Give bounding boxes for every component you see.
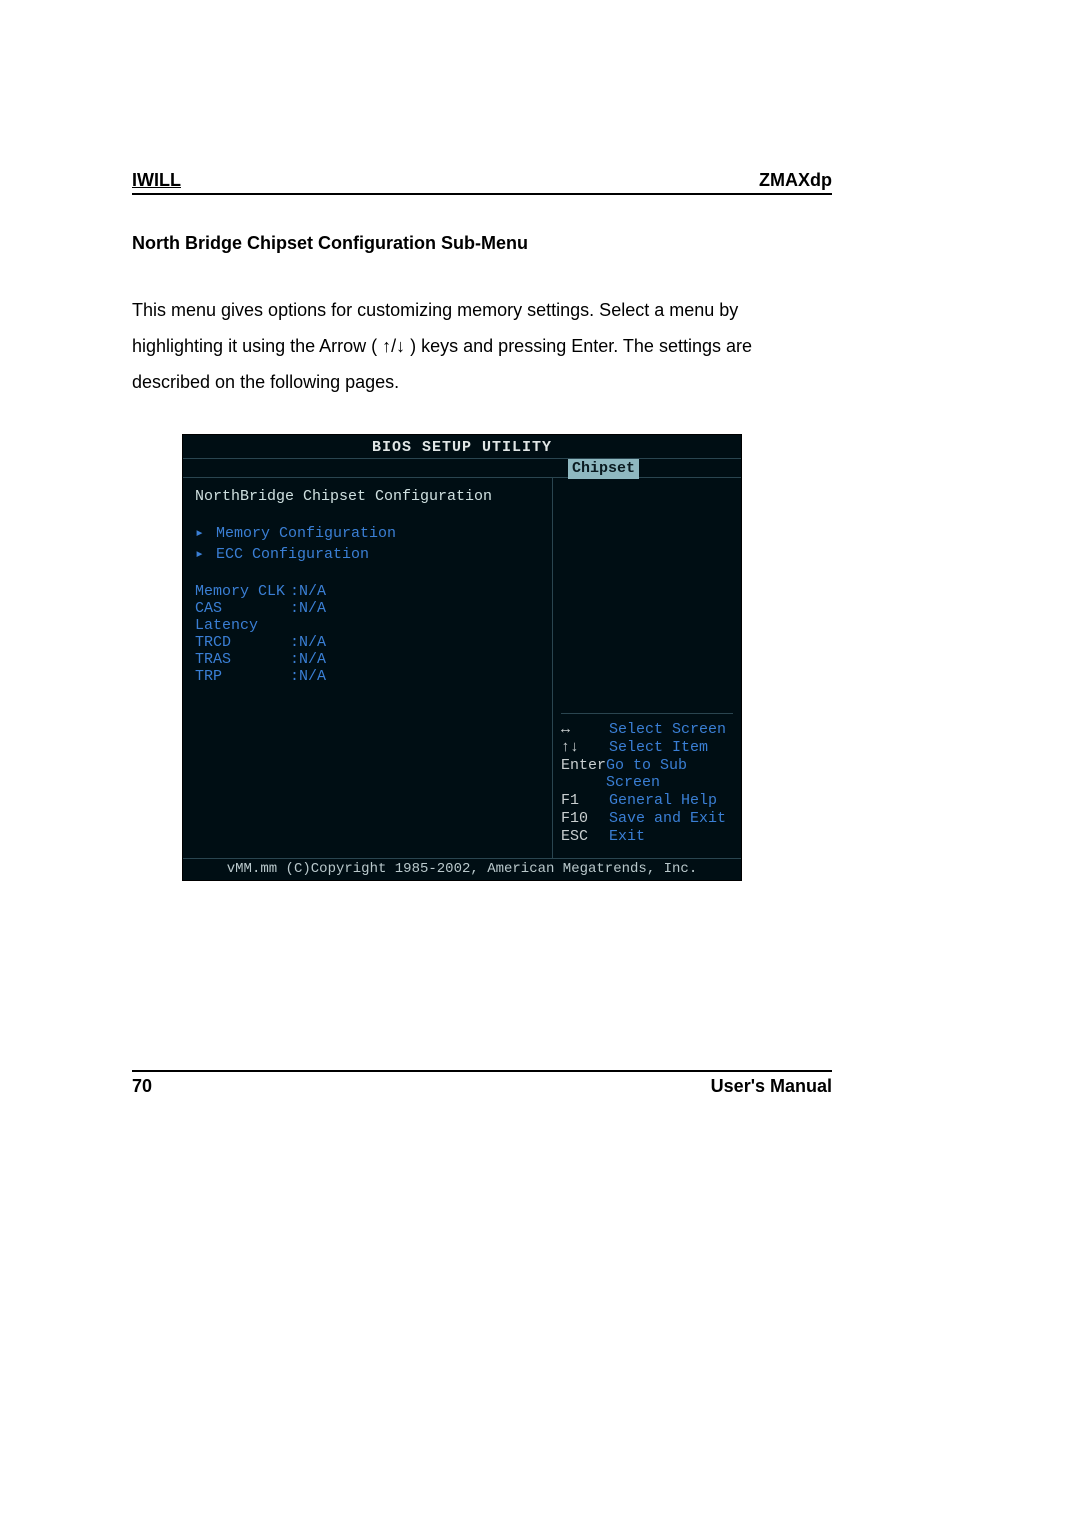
- help-row: F1 General Help: [561, 792, 733, 809]
- param-row: Memory CLK :N/A: [195, 583, 540, 600]
- bios-window: BIOS SETUP UTILITY Chipset NorthBridge C…: [182, 434, 742, 881]
- bios-title: BIOS SETUP UTILITY: [183, 435, 741, 458]
- help-key: F10: [561, 810, 609, 827]
- param-label: TRP: [195, 668, 290, 685]
- body-paragraph: This menu gives options for customizing …: [132, 292, 832, 400]
- help-desc: General Help: [609, 792, 717, 809]
- page-header: IWILL ZMAXdp: [132, 170, 832, 195]
- help-desc: Go to Sub Screen: [606, 757, 733, 791]
- param-value: :N/A: [290, 600, 326, 634]
- help-row: ESC Exit: [561, 828, 733, 845]
- page-content: IWILL ZMAXdp North Bridge Chipset Config…: [132, 170, 832, 881]
- help-row: ↔ Select Screen: [561, 721, 733, 738]
- memory-params: Memory CLK :N/A CAS Latency :N/A TRCD :N…: [195, 583, 540, 685]
- chevron-right-icon: ▸: [195, 544, 207, 563]
- help-key: Enter: [561, 757, 606, 791]
- help-key: ↑↓: [561, 739, 609, 756]
- param-label: CAS Latency: [195, 600, 290, 634]
- param-value: :N/A: [290, 668, 326, 685]
- param-label: TRCD: [195, 634, 290, 651]
- param-row: TRP :N/A: [195, 668, 540, 685]
- tab-chipset[interactable]: Chipset: [568, 459, 639, 479]
- bios-copyright: vMM.mm (C)Copyright 1985-2002, American …: [183, 858, 741, 881]
- submenu-label: Memory Configuration: [216, 525, 396, 542]
- help-row: Enter Go to Sub Screen: [561, 757, 733, 791]
- header-right: ZMAXdp: [759, 170, 832, 191]
- help-desc: Select Screen: [609, 721, 726, 738]
- bios-body: NorthBridge Chipset Configuration ▸ Memo…: [183, 478, 741, 858]
- help-row: ↑↓ Select Item: [561, 739, 733, 756]
- section-title: North Bridge Chipset Configuration Sub-M…: [132, 233, 832, 254]
- param-row: TRAS :N/A: [195, 651, 540, 668]
- submenu-memory-config[interactable]: ▸ Memory Configuration: [195, 523, 540, 542]
- page-number: 70: [132, 1076, 152, 1097]
- page-footer: 70 User's Manual: [132, 1070, 832, 1097]
- submenu-ecc-config[interactable]: ▸ ECC Configuration: [195, 544, 540, 563]
- bios-help-box: ↔ Select Screen ↑↓ Select Item Enter Go …: [561, 713, 733, 846]
- help-desc: Select Item: [609, 739, 708, 756]
- param-value: :N/A: [290, 583, 326, 600]
- header-left: IWILL: [132, 170, 181, 191]
- param-row: CAS Latency :N/A: [195, 600, 540, 634]
- param-value: :N/A: [290, 651, 326, 668]
- bios-screenshot: BIOS SETUP UTILITY Chipset NorthBridge C…: [182, 434, 742, 881]
- submenu-label: ECC Configuration: [216, 546, 369, 563]
- chevron-right-icon: ▸: [195, 523, 207, 542]
- help-row: F10 Save and Exit: [561, 810, 733, 827]
- param-value: :N/A: [290, 634, 326, 651]
- help-desc: Exit: [609, 828, 645, 845]
- help-key: ESC: [561, 828, 609, 845]
- help-desc: Save and Exit: [609, 810, 726, 827]
- param-label: Memory CLK: [195, 583, 290, 600]
- help-key: ↔: [561, 721, 609, 738]
- param-row: TRCD :N/A: [195, 634, 540, 651]
- bios-panel-title: NorthBridge Chipset Configuration: [195, 488, 540, 505]
- help-key: F1: [561, 792, 609, 809]
- bios-right-pane: ↔ Select Screen ↑↓ Select Item Enter Go …: [553, 478, 741, 858]
- bios-tabbar: Chipset: [183, 458, 741, 478]
- footer-label: User's Manual: [711, 1076, 832, 1097]
- param-label: TRAS: [195, 651, 290, 668]
- bios-left-pane: NorthBridge Chipset Configuration ▸ Memo…: [183, 478, 553, 858]
